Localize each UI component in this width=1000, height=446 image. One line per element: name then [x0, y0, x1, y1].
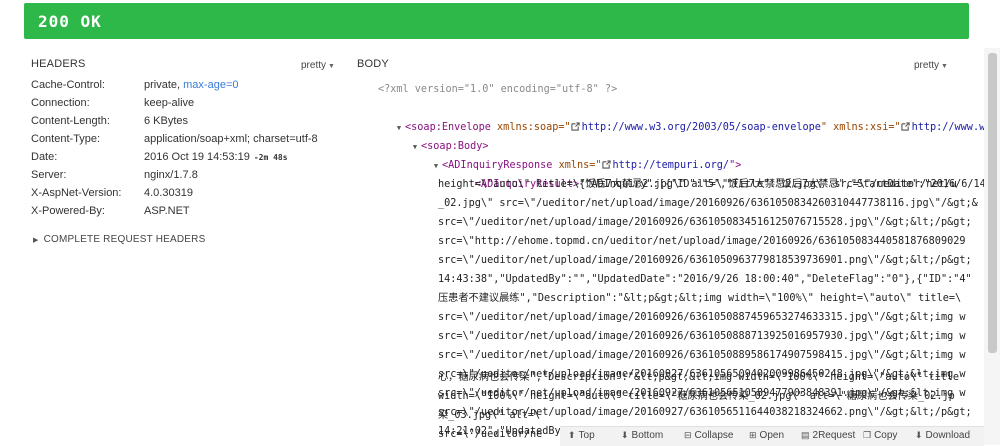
copy-label: Copy	[874, 430, 898, 441]
header-value-text: 2016 Oct 19 14:53:19	[144, 151, 250, 163]
external-link-icon	[900, 122, 910, 131]
header-value-text: private,	[144, 79, 184, 91]
header-name: X-AspNet-Version:	[31, 187, 122, 199]
result-line: src=\"/ueditor/net/upload/image/20160926…	[438, 217, 972, 228]
result-line: src=\"/ueditor/ne	[438, 429, 543, 440]
result-line: _02.jpg\" src=\"/ueditor/net/upload/imag…	[438, 198, 978, 209]
header-name: Server:	[31, 169, 67, 181]
result-line: src=\"/ueditor/net/upload/image/20160926…	[438, 350, 966, 361]
request-label: 2Request	[812, 430, 856, 441]
header-name: Date:	[31, 151, 58, 163]
scrollbar-thumb[interactable]	[988, 53, 997, 353]
max-age-link[interactable]: max-age=0	[183, 79, 238, 91]
plus-square-icon: ⊞	[749, 430, 757, 440]
document-icon: ▤	[801, 430, 810, 440]
chevron-down-icon: ▼	[328, 63, 335, 70]
header-name: Content-Length:	[31, 115, 110, 127]
header-value: private, max-age=0	[144, 76, 238, 94]
header-name: Connection:	[31, 97, 90, 109]
header-value: 6 KBytes	[144, 115, 189, 127]
request-button[interactable]: ▤ 2Request	[801, 430, 855, 441]
header-value: application/soap+xml; charset=utf-8	[144, 133, 318, 145]
header-value: 2016 Oct 19 14:53:19 -2m 48s	[144, 148, 288, 167]
header-value: nginx/1.7.8	[144, 169, 198, 181]
copy-icon: ❐	[863, 430, 872, 440]
result-line: 压患者不建议晨练","Description":"&lt;p&gt;&lt;im…	[438, 293, 962, 304]
headers-panel: HEADERS pretty ▼ Cache-Control: private, …	[24, 48, 340, 445]
result-overflow-mid: 心，糖尿病也会传染","Description":"&lt;p&gt;&lt;i…	[438, 369, 984, 407]
download-button[interactable]: ⬇ Download	[915, 430, 970, 441]
result-line: src=\"/ueditor/net/upload/image/20160926…	[438, 255, 972, 266]
status-bar: 200 OK	[24, 3, 969, 39]
envelope-attr-soap: xmlns:soap="	[497, 121, 571, 133]
arrow-up-circle-icon: ⬆	[568, 430, 576, 440]
soap-envelope-line[interactable]: ▼ <soap:Envelope xmlns:soap=" http://www.w…	[360, 100, 998, 133]
collapse-button[interactable]: ⊟ Collapse	[684, 430, 733, 441]
headers-pretty-toggle[interactable]: pretty ▼	[301, 60, 335, 71]
header-value: keep-alive	[144, 97, 195, 109]
header-name: Cache-Control:	[31, 79, 105, 91]
top-button[interactable]: ⬆ Top	[568, 430, 595, 441]
headers-pretty-label: pretty	[301, 60, 327, 71]
result-line: width=\"100%\" height=\"auto\" title=\"糖…	[438, 391, 955, 402]
open-label: Open	[759, 430, 785, 441]
soap-envelope-link[interactable]: http://www.w3.org/2003/05/soap-envelope	[582, 122, 821, 133]
complete-request-headers-toggle[interactable]: ▶ COMPLETE REQUEST HEADERS	[33, 234, 205, 245]
soap-body-line[interactable]: ▼ <soap:Body>	[376, 119, 489, 152]
result-line: 染_03.jpg\" alt=\	[438, 410, 541, 421]
bottom-button[interactable]: ⬇ Bottom	[621, 430, 663, 441]
result-line: 心，糖尿病也会传染","Description":"&lt;p&gt;&lt;i…	[438, 372, 960, 383]
result-overflow: 染_03.jpg\" alt=\ src=\"/ueditor/ne	[438, 407, 560, 445]
header-name: Content-Type:	[31, 133, 101, 145]
complete-request-headers-label: COMPLETE REQUEST HEADERS	[43, 234, 206, 245]
result-line: src=\"http://ehome.topmd.cn/ueditor/net/…	[438, 236, 966, 247]
external-link-icon	[571, 122, 580, 131]
header-name: X-Powered-By:	[31, 205, 105, 217]
download-label: Download	[925, 430, 971, 441]
result-line-0: <ADInquiryResult>{"ADInquiry":[{"ID":"5"…	[438, 157, 998, 190]
envelope-attr-sep: "	[820, 121, 834, 133]
copy-button[interactable]: ❐ Copy	[863, 430, 897, 441]
arrow-down-circle-icon: ⬇	[621, 430, 629, 440]
status-code: 200 OK	[38, 12, 102, 31]
expand-triangle-icon: ▶	[33, 237, 39, 244]
adinquiry-response-line[interactable]: ▼ <ADInquiryResponse xmlns=" http://tempur…	[397, 138, 742, 171]
download-icon: ⬇	[915, 430, 923, 440]
minus-square-icon: ⊟	[684, 430, 692, 440]
body-toolbar: ⬆ Top ⬇ Bottom ⊟ Collapse ⊞ Open ▤ 2Request ❐…	[560, 426, 984, 446]
headers-title: HEADERS	[31, 58, 86, 70]
time-offset-badge: -2m 48s	[253, 153, 288, 162]
header-value: ASP.NET	[144, 205, 190, 217]
top-label: Top	[578, 430, 595, 441]
collapse-label: Collapse	[694, 430, 734, 441]
xml-declaration: <?xml version="1.0" encoding="utf-8" ?>	[378, 84, 618, 95]
envelope-attr-xsi: xmlns:xsi="	[833, 121, 901, 133]
result-line: src=\"/ueditor/net/upload/image/20160926…	[438, 331, 966, 342]
body-title: BODY	[357, 58, 389, 70]
result-line: src=\"/ueditor/net/upload/image/20160926…	[438, 312, 966, 323]
bottom-label: Bottom	[631, 430, 664, 441]
open-button[interactable]: ⊞ Open	[749, 430, 784, 441]
body-pretty-label: pretty	[914, 60, 940, 71]
header-value: 4.0.30319	[144, 187, 193, 199]
result-line: height=\"auto\" title=\"饭后7大禁忌2.jpg\" al…	[438, 179, 957, 190]
body-pretty-toggle[interactable]: pretty ▼	[914, 60, 948, 71]
result-line: 14:43:38","UpdatedBy":"","UpdatedDate":"…	[438, 274, 972, 285]
chevron-down-icon: ▼	[941, 63, 948, 70]
